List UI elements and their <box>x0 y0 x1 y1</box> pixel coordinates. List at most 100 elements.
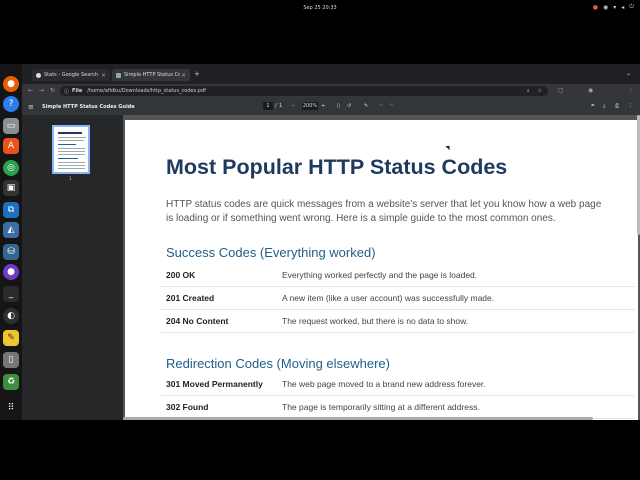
status-description: A new item (like a user account) was suc… <box>282 293 495 303</box>
page-thumbnail[interactable] <box>52 125 90 174</box>
rotate-icon[interactable]: ↺ <box>347 103 351 109</box>
firefox-icon[interactable]: ● <box>3 76 19 92</box>
new-tab-button[interactable]: + <box>194 70 200 78</box>
zoom-icon[interactable]: ⌕ <box>527 88 530 94</box>
pdf-viewer[interactable]: Most Popular HTTP Status Codes HTTP stat… <box>123 115 640 420</box>
status-code: 301 Moved Permanently <box>166 379 263 389</box>
terminal-icon[interactable]: ▣ <box>3 180 19 196</box>
zoom-out-button[interactable]: – <box>292 103 295 109</box>
zoom-input[interactable]: 200% <box>302 102 318 110</box>
thumb-line <box>58 158 78 159</box>
table-row: 301 Moved Permanently The web page moved… <box>161 372 635 396</box>
app-store-icon[interactable]: A <box>3 138 19 154</box>
thumbnail-sidebar: 1 <box>22 115 123 420</box>
more-options-icon[interactable]: ⋮ <box>628 103 633 109</box>
help-icon[interactable]: ? <box>3 96 19 112</box>
annotate-icon[interactable]: ✎ <box>364 103 368 109</box>
system-tray[interactable]: ● ◉ ▾ ◂ ⏻ <box>593 3 634 11</box>
obs-icon[interactable]: ◐ <box>3 308 19 324</box>
database-icon[interactable]: ⛁ <box>3 244 19 260</box>
thumbnail-page-number: 1 <box>69 176 72 181</box>
status-description: The request worked, but there is no data… <box>282 316 469 326</box>
record-icon[interactable]: ● <box>593 4 598 11</box>
scheme-label: File <box>72 88 83 94</box>
thumb-line <box>58 148 85 149</box>
status-description: Everything worked perfectly and the page… <box>282 270 478 280</box>
bookmark-icon[interactable]: ☆ <box>538 88 542 94</box>
status-description: The page is temporarily sitting at a dif… <box>282 402 480 412</box>
menu-icon[interactable]: ⋮ <box>628 87 634 94</box>
back-icon[interactable]: ← <box>28 87 33 94</box>
google-icon <box>36 72 41 78</box>
tab-search-icon[interactable]: ⌄ <box>626 70 631 77</box>
print-icon[interactable]: ⎙ <box>615 103 619 109</box>
accessibility-icon[interactable]: ◉ <box>603 4 608 11</box>
document-intro: HTTP status codes are quick messages fro… <box>166 199 602 224</box>
address-bar-row: ← → ↻ ⓘ File /home/afidku/Downloads/http… <box>22 84 640 98</box>
clock[interactable]: Sep 25 20:33 <box>0 5 640 11</box>
pdf-title: Simple HTTP Status Codes Guide <box>42 104 135 110</box>
console-icon[interactable]: _ <box>3 286 19 302</box>
tab-strip: Stats - Google Search × Simple HTTP Stat… <box>22 69 640 81</box>
file-info-icon[interactable]: ⓘ <box>64 88 69 95</box>
close-icon[interactable]: × <box>101 72 106 79</box>
tab-label: Simple HTTP Status Codes Guide <box>124 72 180 78</box>
page-total: 1 <box>279 103 283 109</box>
pdf-toolbar: ≡ Simple HTTP Status Codes Guide 1 / 1 –… <box>22 98 640 115</box>
recycle-icon[interactable]: ♻ <box>3 374 19 390</box>
table-row: 204 No Content The request worked, but t… <box>161 309 635 333</box>
extensions-icon[interactable]: ▢ <box>558 87 564 94</box>
thumb-line <box>58 154 85 155</box>
dock: ● ? ▭ A ◎ ▣ ⧉ ◭ ⛁ ● _ ◐ ✎ ▯ ♻ ⠿ <box>0 64 22 420</box>
vscode-icon[interactable]: ⧉ <box>3 202 19 218</box>
chrome-icon[interactable]: ◎ <box>3 160 19 176</box>
pdf-icon <box>116 72 121 78</box>
files-icon[interactable]: ▭ <box>3 118 19 134</box>
status-code: 200 OK <box>166 270 196 280</box>
redo-icon[interactable]: ↷ <box>389 103 393 109</box>
mouse-cursor <box>445 143 452 151</box>
thumb-line <box>58 162 85 163</box>
reload-icon[interactable]: ↻ <box>50 87 55 94</box>
trash-placeholder-icon[interactable]: ▯ <box>3 352 19 368</box>
section-heading: Success Codes (Everything worked) <box>166 245 376 260</box>
bottom-letterbox <box>0 420 640 480</box>
sign-icon[interactable]: ✒ <box>591 103 595 109</box>
app-grid-icon[interactable]: ⠿ <box>3 400 19 416</box>
power-icon[interactable]: ⏻ <box>629 3 634 11</box>
section-heading: Redirection Codes (Moving elsewhere) <box>166 356 390 371</box>
undo-icon[interactable]: ↶ <box>379 103 383 109</box>
browser-window: Stats - Google Search × Simple HTTP Stat… <box>22 64 640 420</box>
close-icon[interactable]: × <box>181 72 186 79</box>
tab-label: Stats - Google Search <box>44 72 99 78</box>
tab-status-codes-guide[interactable]: Simple HTTP Status Codes Guide × <box>112 69 190 81</box>
address-bar[interactable]: ⓘ File /home/afidku/Downloads/http_statu… <box>60 86 548 96</box>
status-code: 204 No Content <box>166 316 229 326</box>
thumb-line <box>58 137 86 138</box>
thumb-line <box>58 144 76 145</box>
fit-page-icon[interactable]: ▯ <box>337 103 340 109</box>
zoom-in-button[interactable]: + <box>321 103 325 109</box>
url-text[interactable]: /home/afidku/Downloads/http_status_codes… <box>87 88 206 94</box>
hamburger-menu-icon[interactable]: ≡ <box>28 103 34 111</box>
table-row: 200 OK Everything worked perfectly and t… <box>161 263 635 287</box>
status-code: 302 Found <box>166 402 209 412</box>
android-studio-icon[interactable]: ◭ <box>3 222 19 238</box>
thumb-line <box>58 132 82 134</box>
download-icon[interactable]: ⤓ <box>603 103 605 109</box>
thumb-line <box>58 168 85 169</box>
table-row: 201 Created A new item (like a user acco… <box>161 286 635 310</box>
tab-google-search[interactable]: Stats - Google Search × <box>32 69 110 81</box>
volume-icon[interactable]: ◂ <box>621 4 624 11</box>
notes-icon[interactable]: ✎ <box>3 330 19 346</box>
system-top-bar: Sep 25 20:33 ● ◉ ▾ ◂ ⏻ <box>0 0 640 64</box>
forward-icon[interactable]: → <box>39 87 44 94</box>
table-row: 302 Found The page is temporarily sittin… <box>161 395 635 419</box>
profile-icon[interactable]: ◉ <box>588 87 593 94</box>
document-title: Most Popular HTTP Status Codes <box>166 155 508 179</box>
network-icon[interactable]: ▾ <box>613 4 616 11</box>
pdf-page[interactable]: Most Popular HTTP Status Codes HTTP stat… <box>125 120 638 420</box>
tor-icon[interactable]: ● <box>3 264 19 280</box>
page-number-input[interactable]: 1 <box>263 102 273 110</box>
thumb-line <box>58 165 85 166</box>
